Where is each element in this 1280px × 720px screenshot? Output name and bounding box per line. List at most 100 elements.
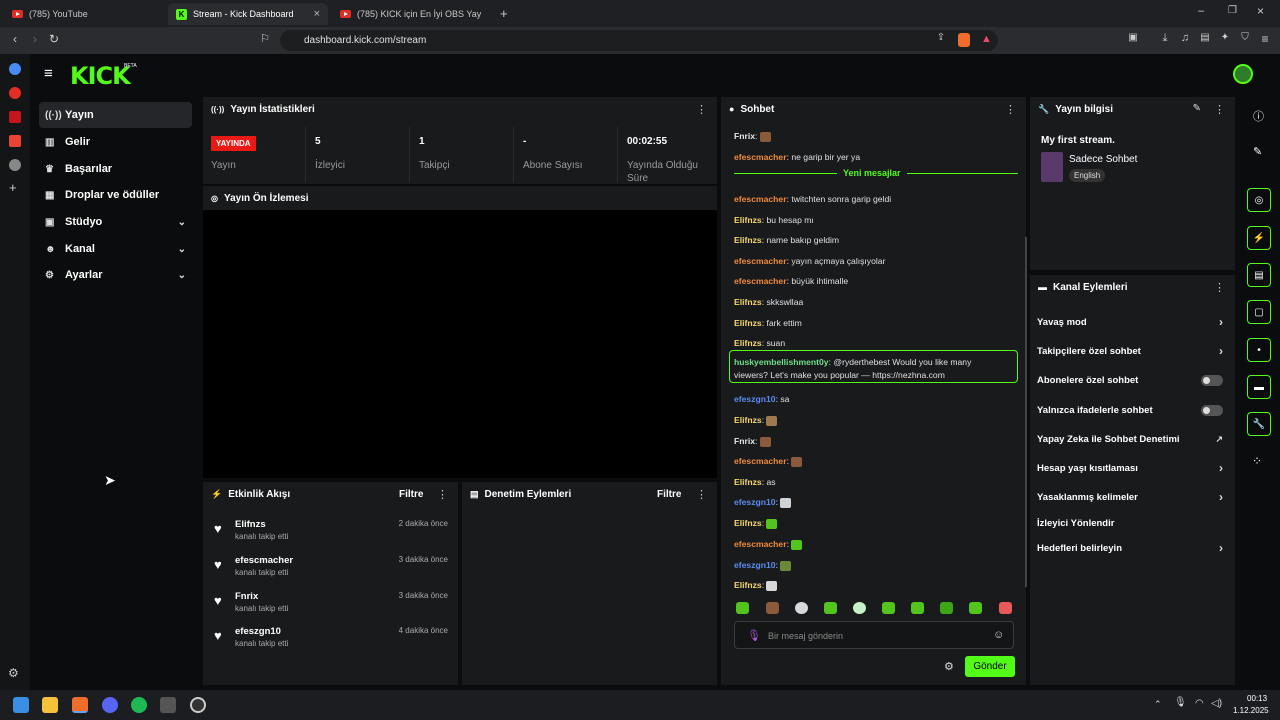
chat-username[interactable]: Elifnzs xyxy=(734,297,762,307)
bookmark-icon[interactable]: ⚐ xyxy=(257,32,273,45)
vpn-icon[interactable]: ⛉ xyxy=(1237,32,1253,43)
kebab-menu-icon[interactable]: ⋮ xyxy=(1214,281,1225,294)
microphone-icon[interactable]: 🎙 xyxy=(747,629,761,642)
address-bar[interactable]: dashboard.kick.com/stream xyxy=(280,30,998,51)
emote-icon[interactable] xyxy=(940,602,953,614)
action-subscribers-only[interactable]: Abonelere özel sohbet xyxy=(1037,370,1227,390)
chat-username[interactable]: efeszgn10 xyxy=(734,394,776,404)
action-slow-mode[interactable]: Yavaş mod › xyxy=(1037,312,1227,332)
new-tab-icon[interactable]: + xyxy=(500,6,508,21)
netflix-icon[interactable] xyxy=(9,111,21,123)
chat-username[interactable]: Fnrix xyxy=(734,131,755,141)
emote-icon[interactable] xyxy=(795,602,808,614)
sidebar-item-droplar[interactable]: ▦ Droplar ve ödüller xyxy=(39,182,192,208)
emote-icon[interactable] xyxy=(736,602,749,614)
clock-date[interactable]: 1.12.2025 xyxy=(1233,706,1269,715)
sidebar-item-gelir[interactable]: ▥ Gelir xyxy=(39,129,192,155)
chat-username[interactable]: Elifnzs xyxy=(734,518,762,528)
toggle-switch[interactable] xyxy=(1201,404,1223,416)
chat-username[interactable]: Fnrix xyxy=(734,436,755,446)
layout-icon[interactable]: ⁘ xyxy=(1252,454,1262,468)
hamburger-menu-icon[interactable]: ≡ xyxy=(44,65,53,82)
emote-icon[interactable] xyxy=(766,602,779,614)
kebab-menu-icon[interactable]: ⋮ xyxy=(696,103,707,116)
kick-logo[interactable]: KICK xyxy=(70,62,131,90)
microphone-tray-icon[interactable]: 🎙 xyxy=(1174,697,1187,708)
chat-username[interactable]: Elifnzs xyxy=(734,338,762,348)
action-account-age[interactable]: Hesap yaşı kısıtlaması › xyxy=(1037,458,1227,478)
chat-username[interactable]: Elifnzs xyxy=(734,415,762,425)
emote-icon[interactable] xyxy=(882,602,895,614)
kebab-menu-icon[interactable]: ⋮ xyxy=(696,488,707,501)
tab-kick-dashboard[interactable]: K Stream - Kick Dashboard × xyxy=(168,3,328,25)
camera-tool-icon[interactable]: ◎ xyxy=(1247,188,1271,212)
chat-username[interactable]: efeszgn10 xyxy=(734,497,776,507)
brave-shield-icon[interactable] xyxy=(958,33,970,47)
action-ai-moderation[interactable]: Yapay Zeka ile Sohbet Denetimi ↗ xyxy=(1037,429,1227,449)
filter-button[interactable]: Filtre xyxy=(399,489,423,500)
ai-icon[interactable]: ✦ xyxy=(1217,32,1233,43)
action-followers-only[interactable]: Takipçilere özel sohbet › xyxy=(1037,341,1227,361)
emote-icon[interactable] xyxy=(853,602,866,614)
edit-icon[interactable]: ✎ xyxy=(1193,103,1201,114)
chat-username[interactable]: efescmacher xyxy=(734,256,787,266)
emoji-icon[interactable]: ☺ xyxy=(993,629,1004,641)
spotify-icon[interactable] xyxy=(131,697,147,713)
download-icon[interactable]: ⤓ xyxy=(1157,32,1173,45)
tab-youtube[interactable]: (785) YouTube xyxy=(4,3,164,25)
wrench-tool-icon[interactable]: 🔧 xyxy=(1247,412,1271,436)
youtube-icon[interactable] xyxy=(9,87,21,99)
sidebar-item-basarilar[interactable]: ♛ Başarılar xyxy=(39,156,192,182)
wallet-icon[interactable]: ▤ xyxy=(1197,32,1213,43)
chat-username[interactable]: efeszgn10 xyxy=(734,560,776,570)
action-raid[interactable]: İzleyici Yönlendir xyxy=(1037,513,1227,533)
tray-chevron-icon[interactable]: ⌃ xyxy=(1154,699,1162,710)
filter-button[interactable]: Filtre xyxy=(657,489,681,500)
add-site-icon[interactable]: + xyxy=(9,180,17,195)
chat-username[interactable]: Elifnzs xyxy=(734,215,762,225)
chat-username[interactable]: efescmacher xyxy=(734,276,787,286)
chat-scrollbar[interactable] xyxy=(1025,237,1027,587)
kebab-menu-icon[interactable]: ⋮ xyxy=(437,488,448,501)
send-button[interactable]: Gönder xyxy=(965,656,1015,677)
music-icon[interactable]: ♫ xyxy=(1177,32,1193,44)
bolt-tool-icon[interactable]: ⚡ xyxy=(1247,226,1271,250)
action-goals[interactable]: Hedefleri belirleyin › xyxy=(1037,538,1227,558)
actions-tool-icon[interactable]: ▬ xyxy=(1247,375,1271,399)
emote-icon[interactable] xyxy=(969,602,982,614)
gmail-icon[interactable] xyxy=(9,135,21,147)
volume-icon[interactable]: ◁) xyxy=(1211,698,1222,709)
chat-settings-icon[interactable]: ⚙ xyxy=(944,660,954,673)
emote-icon[interactable] xyxy=(999,602,1012,614)
settings-icon[interactable]: ⚙ xyxy=(8,666,19,680)
sidebar-item-studyo[interactable]: ▣ Stüdyo ⌄ xyxy=(39,209,192,235)
reload-icon[interactable]: ↻ xyxy=(46,32,62,46)
action-banned-words[interactable]: Yasaklanmış kelimeler › xyxy=(1037,487,1227,507)
windows-start-icon[interactable] xyxy=(13,697,29,713)
brave-browser-icon[interactable] xyxy=(72,697,88,713)
file-explorer-icon[interactable] xyxy=(42,697,58,713)
app-icon[interactable] xyxy=(160,697,176,713)
sidebar-item-ayarlar[interactable]: ⚙ Ayarlar ⌄ xyxy=(39,262,192,288)
obs-icon[interactable] xyxy=(190,697,206,713)
close-tab-icon[interactable]: × xyxy=(314,8,320,20)
share-icon[interactable]: ⇪ xyxy=(933,32,949,43)
chat-username[interactable]: efescmacher xyxy=(734,152,787,162)
broadcast-tool-icon[interactable]: • xyxy=(1247,338,1271,362)
sidebar-toggle-icon[interactable]: ▣ xyxy=(1125,32,1141,43)
sidebar-item-kanal[interactable]: ☻ Kanal ⌄ xyxy=(39,236,192,262)
chat-username[interactable]: Elifnzs xyxy=(734,477,762,487)
chat-tool-icon[interactable]: ▢ xyxy=(1247,300,1271,324)
kebab-menu-icon[interactable]: ⋮ xyxy=(1214,103,1225,116)
minimize-icon[interactable]: – xyxy=(1198,5,1204,17)
emote-icon[interactable] xyxy=(824,602,837,614)
clock-time[interactable]: 00:13 xyxy=(1247,694,1267,703)
forward-icon[interactable]: › xyxy=(27,32,43,46)
close-window-icon[interactable]: × xyxy=(1257,4,1264,18)
chat-username[interactable]: Elifnzs xyxy=(734,318,762,328)
action-emote-only[interactable]: Yalnızca ifadelerle sohbet xyxy=(1037,400,1227,420)
sidebar-item-yayin[interactable]: ((·)) Yayın xyxy=(39,102,192,128)
chat-username[interactable]: efescmacher xyxy=(734,194,787,204)
chat-username[interactable]: efescmacher xyxy=(734,456,787,466)
toggle-switch[interactable] xyxy=(1201,374,1223,386)
